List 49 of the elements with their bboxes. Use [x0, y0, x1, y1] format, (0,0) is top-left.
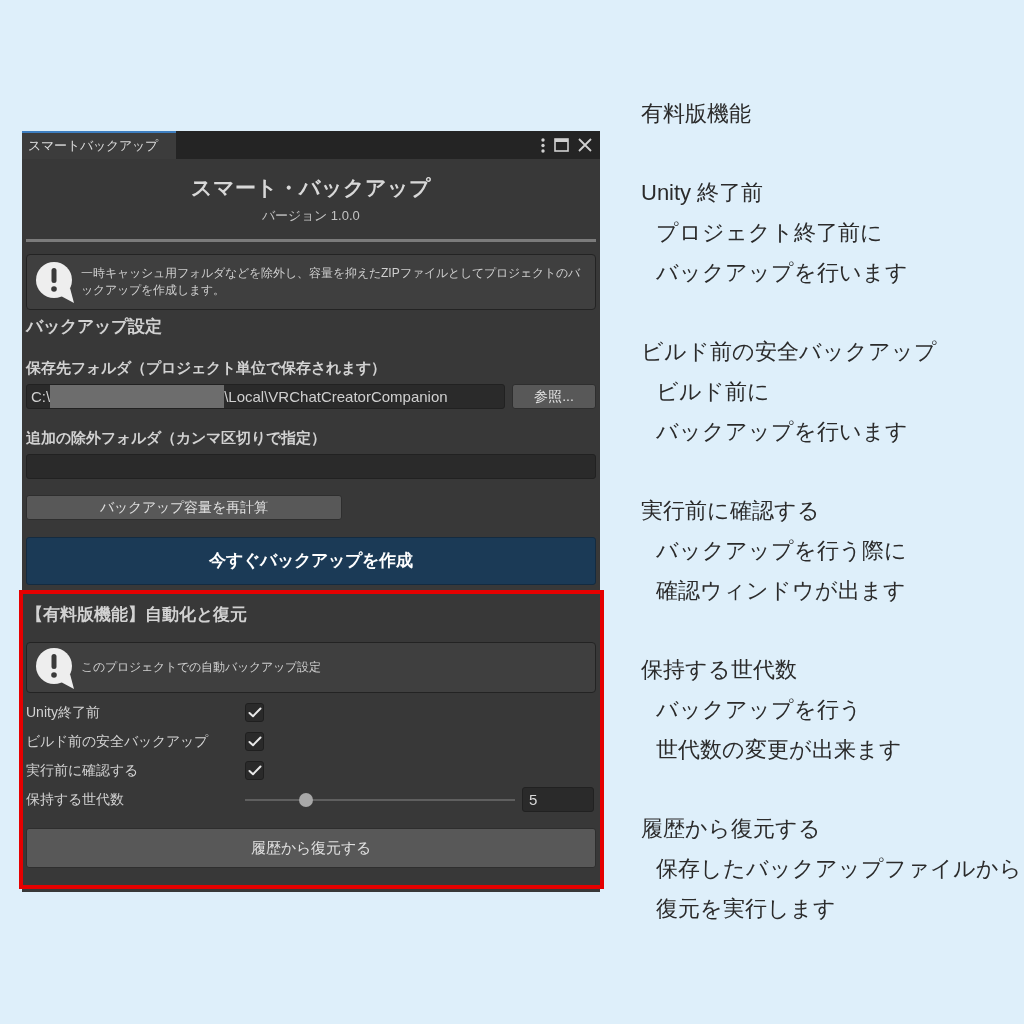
- checkbox[interactable]: [245, 761, 264, 780]
- version-label: バージョン 1.0.0: [261, 207, 361, 225]
- annotation-text: 世代数の変更が出来ます: [655, 736, 903, 764]
- kebab-menu-icon[interactable]: [541, 137, 545, 153]
- annotation-heading: 実行前に確認する: [641, 497, 821, 525]
- restore-button[interactable]: 履歴から復元する: [26, 828, 596, 868]
- path-text: \Local\VRChatCreatorCompanion: [224, 386, 448, 407]
- slider-thumb[interactable]: [298, 792, 313, 807]
- check-icon: [247, 765, 262, 776]
- annotation-heading: 保持する世代数: [641, 656, 798, 684]
- check-icon: [247, 736, 262, 747]
- annotation-text: ビルド前に: [655, 378, 771, 406]
- setting-label: 実行前に確認する: [26, 761, 139, 780]
- annotation-heading: Unity 終了前: [641, 179, 765, 207]
- annotation-heading: ビルド前の安全バックアップ: [641, 338, 938, 366]
- app-title: スマート・バックアップ: [190, 175, 432, 201]
- field-label: 追加の除外フォルダ（カンマ区切りで指定）: [26, 429, 327, 448]
- field-label: 保存先フォルダ（プロジェクト単位で保存されます）: [26, 359, 387, 378]
- path-text: C:\: [31, 386, 51, 407]
- annotation-text: 確認ウィンドウが出ます: [655, 577, 907, 605]
- window-tab[interactable]: スマートバックアップ: [22, 131, 176, 159]
- checkbox[interactable]: [245, 703, 264, 722]
- setting-label: 保持する世代数: [26, 790, 125, 809]
- exclamation-bubble-icon: [35, 646, 75, 689]
- recalculate-button[interactable]: バックアップ容量を再計算: [26, 495, 342, 520]
- browse-button[interactable]: 参照...: [512, 384, 596, 409]
- annotation-text: バックアップを行う: [655, 696, 863, 724]
- info-text: このプロジェクトでの自動バックアップ設定: [81, 659, 321, 676]
- annotation-text: バックアップを行う際に: [655, 537, 908, 565]
- section-heading: 【有料版機能】自動化と復元: [26, 604, 248, 626]
- close-icon[interactable]: [578, 138, 592, 152]
- annotation-text: 保存したバックアップファイルから: [655, 855, 1022, 883]
- exclamation-bubble-icon: [35, 261, 75, 303]
- annotation-text: プロジェクト終了前に: [655, 219, 884, 247]
- path-field[interactable]: C:\ \Local\VRChatCreatorCompanion: [26, 384, 505, 409]
- setting-label: Unity終了前: [26, 703, 101, 722]
- annotation-text: バックアップを行います: [655, 259, 909, 287]
- annotation-text: 復元を実行します: [655, 895, 837, 923]
- number-field[interactable]: 5: [522, 787, 594, 812]
- info-text: 一時キャッシュ用フォルダなどを除外し、容量を抑えたZIPファイルとしてプロジェクトのバックアップを作成します。: [81, 265, 581, 299]
- annotation-heading: 履歴から復元する: [641, 815, 822, 843]
- annotation-text: バックアップを行います: [655, 418, 909, 446]
- check-icon: [247, 707, 262, 718]
- section-heading: バックアップ設定: [26, 316, 163, 338]
- annotation-title: 有料版機能: [641, 100, 752, 128]
- setting-label: ビルド前の安全バックアップ: [26, 732, 210, 751]
- backup-now-button[interactable]: 今すぐバックアップを作成: [26, 537, 596, 585]
- checkbox[interactable]: [245, 732, 264, 751]
- maximize-icon[interactable]: [554, 138, 569, 152]
